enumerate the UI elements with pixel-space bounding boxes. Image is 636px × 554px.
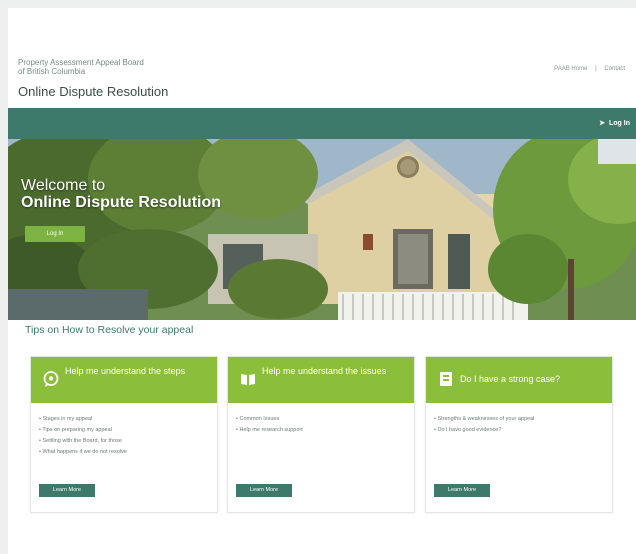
card-strong-case: Do I have a strong case? Strengths & wea… — [425, 356, 613, 513]
card-topic-list: Common Issues Help me research support — [236, 414, 303, 436]
list-item[interactable]: Tips on preparing my appeal — [39, 425, 127, 436]
contact-link[interactable]: Contact — [604, 66, 625, 72]
org-line-2: of British Columbia — [18, 67, 86, 76]
sign-in-icon: ➤ — [599, 120, 605, 127]
card-header[interactable]: Help me understand the steps — [31, 357, 217, 403]
list-item[interactable]: What happens if we do not resolve — [39, 447, 126, 458]
card-topic-list: Stages in my appeal Tips on preparing my… — [39, 414, 127, 458]
list-item[interactable]: Stages in my appeal — [39, 414, 127, 425]
learn-more-button[interactable]: Learn More — [434, 484, 490, 497]
hero-welcome-line: Welcome to — [21, 177, 106, 194]
top-links: PAAB Home | Contact — [551, 66, 628, 72]
organization-name: Property Assessment Appeal Board of Brit… — [18, 58, 144, 76]
site-header: Property Assessment Appeal Board of Brit… — [8, 8, 636, 106]
org-line-1: Property Assessment Appeal Board — [18, 58, 144, 67]
list-item[interactable]: Strengths & weaknesses of your appeal — [434, 414, 534, 425]
chat-bubble-icon — [43, 371, 59, 387]
nav-login-label: Log In — [609, 120, 630, 127]
card-topic-list: Strengths & weaknesses of your appeal Do… — [434, 414, 534, 436]
card-understand-steps: Help me understand the steps Stages in m… — [30, 356, 218, 513]
learn-more-button[interactable]: Learn More — [39, 484, 95, 497]
page: Property Assessment Appeal Board of Brit… — [8, 8, 636, 554]
hero-banner: Welcome to Online Dispute Resolution Log… — [8, 139, 636, 320]
card-header[interactable]: Help me understand the issues — [228, 357, 414, 403]
card-header[interactable]: Do I have a strong case? — [426, 357, 612, 403]
learn-more-button[interactable]: Learn More — [236, 484, 292, 497]
list-item[interactable]: Help me research support — [236, 425, 302, 436]
card-title: Help me understand the steps — [65, 366, 186, 376]
tips-heading: Tips on How to Resolve your appeal — [25, 324, 194, 336]
link-separator: | — [595, 66, 597, 72]
hero-house-photo — [8, 139, 636, 320]
home-link[interactable]: PAAB Home — [554, 66, 587, 72]
card-title: Do I have a strong case? — [460, 374, 561, 384]
open-book-icon — [241, 374, 255, 385]
site-title: Online Dispute Resolution — [18, 84, 169, 99]
card-title: Help me understand the issues — [262, 366, 387, 376]
hero-title: Online Dispute Resolution — [21, 194, 222, 211]
list-item[interactable]: Settling with the Board, for those — [39, 436, 127, 447]
list-item[interactable]: Do I have good evidence? — [434, 425, 534, 436]
hero-login-button[interactable]: Log In — [25, 226, 85, 242]
nav-login-link[interactable]: ➤ Log In — [599, 119, 630, 127]
document-icon — [440, 372, 452, 386]
nav-bar: ➤ Log In — [8, 108, 636, 139]
card-understand-issues: Help me understand the issues Common Iss… — [227, 356, 415, 513]
list-item[interactable]: Common Issues — [236, 414, 303, 425]
